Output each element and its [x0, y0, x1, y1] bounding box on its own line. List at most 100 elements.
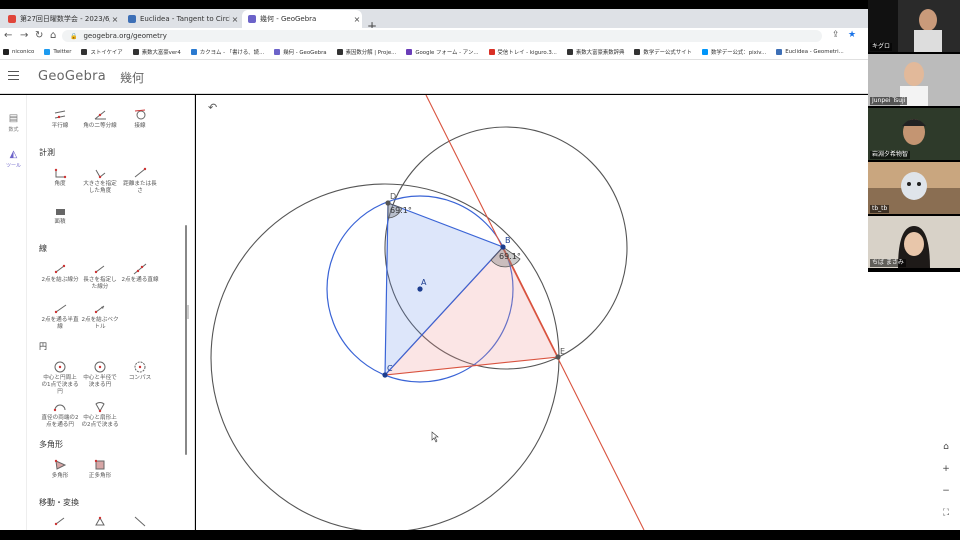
- tool-translate[interactable]: [41, 515, 79, 529]
- bookmark-item[interactable]: 数学デー公式サイト: [634, 48, 692, 56]
- tool-angle-bisector[interactable]: 角の二等分線: [81, 109, 119, 130]
- angle-bisector-icon: [94, 110, 106, 120]
- parallel-line-icon: [54, 110, 66, 119]
- participant-tile[interactable]: 岩淵夕希物智: [868, 108, 960, 160]
- tool-angle[interactable]: 角度: [41, 167, 79, 188]
- tool-ray[interactable]: 2点を通る半直線: [41, 303, 79, 331]
- bookmark-item[interactable]: ストイケイア: [81, 48, 123, 56]
- tool-distance[interactable]: 距離または長さ: [121, 167, 159, 195]
- tool-tangent[interactable]: 接線: [121, 109, 159, 130]
- tool-line[interactable]: 2点を通る直線: [121, 263, 159, 284]
- bookmarks-bar: niconico Twitter ストイケイア 素数大富豪ver4 カクヨム - 「書け…: [0, 44, 868, 60]
- tool-label: 角の二等分線: [83, 123, 117, 129]
- zoom-in-icon[interactable]: +: [938, 461, 954, 477]
- participant-tile[interactable]: キグロ: [868, 0, 960, 52]
- bookmark-favicon: [336, 48, 343, 55]
- url-text: geogebra.org/geometry: [83, 32, 167, 40]
- bookmark-favicon: [274, 48, 281, 55]
- rail-label: ツール: [5, 163, 21, 169]
- tool-label: 長さを指定した線分: [83, 277, 117, 290]
- back-icon[interactable]: ←: [4, 30, 12, 42]
- star-icon[interactable]: ★: [848, 30, 856, 40]
- point-c[interactable]: [382, 372, 388, 378]
- bookmark-label: カクヨム - 「書ける、読...: [199, 49, 265, 56]
- forward-icon[interactable]: →: [20, 30, 28, 42]
- tab-strip: 第27回日曜数学会 - 2023/6/25 × Euclidea - Tange…: [0, 9, 868, 33]
- category-polygons: 多角形: [39, 440, 63, 449]
- tool-rotate[interactable]: [121, 515, 159, 529]
- tool-regular-polygon[interactable]: 正多角形: [81, 459, 119, 480]
- rail-item-tools[interactable]: ◭ ツール: [0, 149, 27, 169]
- angle-given-size-icon: [95, 169, 106, 179]
- top-letterbox: [0, 0, 868, 9]
- participant-name: Junpei Tsuji: [870, 97, 908, 105]
- close-icon[interactable]: ×: [110, 15, 120, 24]
- tool-area[interactable]: 面積: [41, 205, 79, 226]
- tool-circle-radius[interactable]: 中心と半径で決まる円: [81, 361, 119, 389]
- tab-sunday-math[interactable]: 第27回日曜数学会 - 2023/6/25 ×: [2, 10, 120, 28]
- participant-tile[interactable]: ちば まさみ: [868, 216, 960, 268]
- undo-icon[interactable]: ↶: [208, 101, 217, 114]
- close-icon[interactable]: ×: [230, 15, 240, 24]
- bookmark-item[interactable]: niconico: [3, 48, 34, 55]
- tool-vector[interactable]: 2点を結ぶベクトル: [81, 303, 119, 331]
- tool-polygon[interactable]: 多角形: [41, 459, 79, 480]
- graphics-view[interactable]: A B C D E 69.1° 69.1° ↶: [196, 95, 868, 530]
- tab-euclidea[interactable]: Euclidea - Tangent to Circle at P ×: [122, 10, 240, 28]
- fullscreen-icon[interactable]: ⛶: [938, 505, 954, 521]
- tool-segment-length[interactable]: 長さを指定した線分: [81, 263, 119, 291]
- geometry-drawing[interactable]: A B C D E 69.1° 69.1°: [196, 95, 868, 530]
- zoom-out-icon[interactable]: −: [938, 483, 954, 499]
- bookmark-item[interactable]: 幾何 - GeoGebra: [274, 48, 327, 56]
- url-field[interactable]: 🔒 geogebra.org/geometry: [62, 30, 822, 42]
- bookmark-item[interactable]: 受信トレイ - kiguro.3...: [488, 48, 557, 56]
- tool-reflect[interactable]: [81, 515, 119, 529]
- point-d[interactable]: [385, 200, 391, 206]
- bookmark-item[interactable]: Euclidea - Geometri...: [776, 48, 844, 55]
- bookmark-item[interactable]: 素数大富豪ver4: [132, 48, 181, 56]
- category-measure: 計測: [39, 148, 55, 157]
- bookmark-item[interactable]: 素因数分解 | Proje...: [336, 48, 396, 56]
- bookmark-favicon: [406, 48, 413, 55]
- app-title: 幾何: [120, 71, 145, 85]
- share-icon[interactable]: ⇪: [832, 30, 840, 40]
- tool-label: 角度: [54, 181, 66, 187]
- bookmark-item[interactable]: 数学デー公式：pixiv...: [701, 48, 766, 56]
- home-icon[interactable]: ⌂: [50, 30, 56, 42]
- tool-semicircle[interactable]: 直径の両端の2点を通る円: [41, 401, 79, 429]
- bookmark-item[interactable]: Twitter: [44, 48, 71, 55]
- home-view-icon[interactable]: ⌂: [938, 439, 954, 455]
- menu-icon[interactable]: [8, 71, 19, 81]
- close-icon[interactable]: ×: [352, 15, 362, 24]
- reload-icon[interactable]: ↻: [35, 30, 43, 42]
- tool-compass[interactable]: コンパス: [121, 361, 159, 382]
- address-bar: ← → ↻ ⌂ 🔒 geogebra.org/geometry ⇪ ★: [0, 28, 868, 44]
- reflect-icon: [95, 516, 105, 526]
- participant-name: キグロ: [870, 43, 893, 51]
- point-a[interactable]: [417, 286, 423, 292]
- panel-resize-handle[interactable]: [187, 305, 189, 319]
- tool-segment[interactable]: 2点を結ぶ線分: [41, 263, 79, 284]
- regular-polygon-icon: [94, 459, 105, 470]
- rail-item-algebra[interactable]: ▤ 数式: [0, 113, 27, 133]
- segment-icon: [54, 264, 66, 274]
- circle-radius-icon: [94, 361, 106, 373]
- bookmark-favicon: [132, 48, 139, 55]
- participant-tile[interactable]: tb_tb: [868, 162, 960, 214]
- point-b[interactable]: [500, 244, 506, 250]
- tool-angle-given-size[interactable]: 大きさを指定した角度: [81, 167, 119, 195]
- participant-tile[interactable]: Junpei Tsuji: [868, 54, 960, 106]
- tool-parallel-line[interactable]: 平行線: [41, 109, 79, 130]
- bookmark-item[interactable]: カクヨム - 「書ける、読...: [190, 48, 265, 56]
- tool-panel: 平行線 角の二等分線 接線 計測 角度 大きさを指定した角度 距離または長さ 面…: [27, 95, 195, 530]
- calculator-icon: ▤: [8, 113, 19, 124]
- label-c: C: [387, 364, 393, 373]
- tab-geogebra[interactable]: 幾何 - GeoGebra ×: [242, 10, 362, 28]
- panel-scrollbar[interactable]: [185, 225, 187, 455]
- angle-label-b: 69.1°: [499, 252, 521, 261]
- bookmark-item[interactable]: 素数大富豪素数辞典: [566, 48, 624, 56]
- bookmark-item[interactable]: Google フォーム - アン...: [406, 48, 479, 56]
- bookmark-favicon: [776, 48, 783, 55]
- tool-circular-sector[interactable]: 中心と扇形上の2点で決まる: [81, 401, 119, 429]
- tool-circle-center-point[interactable]: 中心と円周上の1点で決まる円: [41, 361, 79, 396]
